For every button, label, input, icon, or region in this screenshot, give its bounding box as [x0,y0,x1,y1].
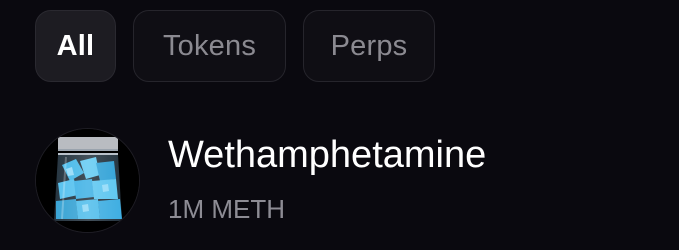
tab-tokens[interactable]: Tokens [133,10,286,82]
token-amount: 1M METH [168,193,285,224]
token-name: Wethamphetamine [168,133,487,176]
crystal-bag-icon [35,128,140,233]
filter-tabs: All Tokens Perps [35,10,435,82]
token-list-screen: All Tokens Perps Wethamphetamine 1M METH [0,0,679,250]
tab-perps[interactable]: Perps [303,10,435,82]
tab-all[interactable]: All [35,10,116,82]
token-list-item[interactable]: Wethamphetamine 1M METH [35,128,486,233]
token-info: Wethamphetamine 1M METH [168,134,486,224]
